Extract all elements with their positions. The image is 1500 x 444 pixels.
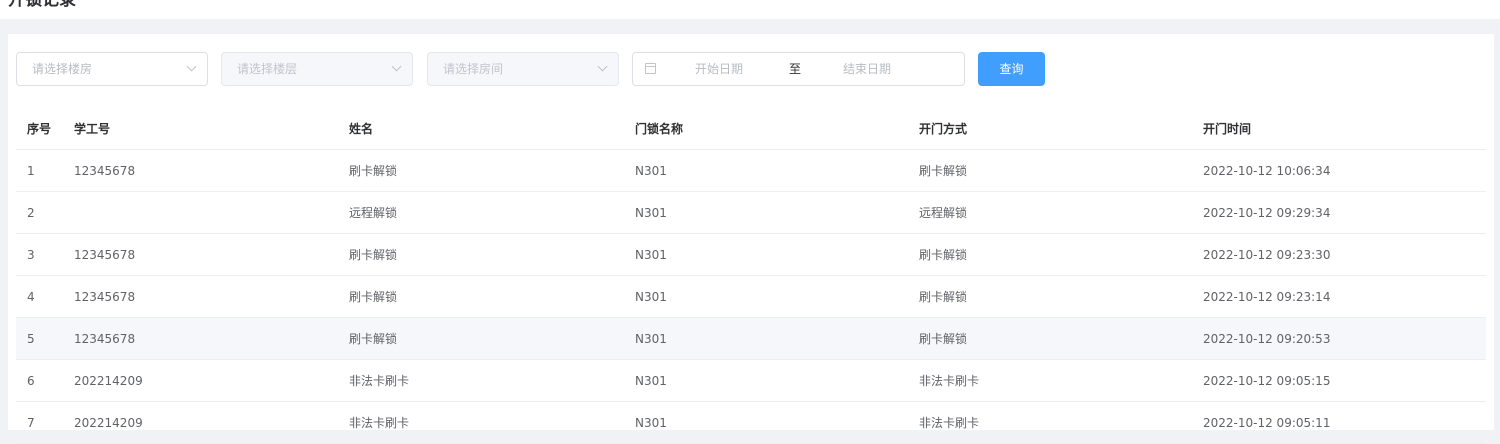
cell-name: 刷卡解锁 — [349, 317, 635, 360]
cell-no: 4 — [16, 275, 74, 318]
cell-id: 202214209 — [74, 401, 349, 444]
range-separator: 至 — [789, 62, 802, 76]
cell-name: 远程解锁 — [349, 191, 635, 234]
cell-lock: N301 — [635, 275, 919, 318]
table-row[interactable]: 1 12345678 刷卡解锁 N301 刷卡解锁 2022-10-12 10:… — [16, 149, 1486, 192]
cell-lock: N301 — [635, 359, 919, 402]
cell-no: 2 — [16, 191, 74, 234]
table-row[interactable]: 2 远程解锁 N301 远程解锁 2022-10-12 09:29:34 — [16, 191, 1486, 234]
room-select-placeholder: 请选择房间 — [443, 62, 504, 76]
cell-id — [74, 191, 349, 234]
cell-id: 12345678 — [74, 149, 349, 192]
cell-name: 刷卡解锁 — [349, 233, 635, 276]
floor-select-placeholder: 请选择楼层 — [237, 62, 298, 76]
cell-id: 12345678 — [74, 233, 349, 276]
cell-method: 非法卡刷卡 — [919, 359, 1203, 402]
query-button[interactable]: 查询 — [978, 52, 1045, 86]
cell-time: 2022-10-12 09:20:53 — [1203, 317, 1486, 360]
column-header-id: 学工号 — [74, 107, 349, 150]
table-row[interactable]: 6 202214209 非法卡刷卡 N301 非法卡刷卡 2022-10-12 … — [16, 359, 1486, 402]
cell-method: 刷卡解锁 — [919, 149, 1203, 192]
cell-method: 刷卡解锁 — [919, 233, 1203, 276]
column-header-no: 序号 — [16, 107, 74, 150]
cell-lock: N301 — [635, 401, 919, 444]
column-header-name: 姓名 — [349, 107, 635, 150]
building-select-placeholder: 请选择楼房 — [32, 62, 93, 76]
table-row[interactable]: 3 12345678 刷卡解锁 N301 刷卡解锁 2022-10-12 09:… — [16, 233, 1486, 276]
table-row[interactable]: 4 12345678 刷卡解锁 N301 刷卡解锁 2022-10-12 09:… — [16, 275, 1486, 318]
chevron-down-icon — [597, 61, 608, 72]
start-date-input[interactable]: 开始日期 — [695, 53, 743, 85]
cell-time: 2022-10-12 09:29:34 — [1203, 191, 1486, 234]
table-header-row: 序号 学工号 姓名 门锁名称 开门方式 开门时间 — [16, 107, 1486, 150]
cell-method: 非法卡刷卡 — [919, 401, 1203, 444]
cell-id: 12345678 — [74, 275, 349, 318]
cell-name: 非法卡刷卡 — [349, 401, 635, 444]
cell-id: 202214209 — [74, 359, 349, 402]
content-panel: 请选择楼房 请选择楼层 请选择房间 开始日期 至 结束日期 查询 序号 学工号 — [8, 34, 1494, 444]
cell-name: 刷卡解锁 — [349, 149, 635, 192]
cell-no: 5 — [16, 317, 74, 360]
room-select[interactable]: 请选择房间 — [427, 52, 619, 86]
cell-lock: N301 — [635, 191, 919, 234]
top-bar: 开锁记录 — [0, 0, 1500, 19]
cell-no: 3 — [16, 233, 74, 276]
cell-no: 7 — [16, 401, 74, 444]
column-header-lock: 门锁名称 — [635, 107, 919, 150]
column-header-method: 开门方式 — [919, 107, 1203, 150]
table-row[interactable]: 5 12345678 刷卡解锁 N301 刷卡解锁 2022-10-12 09:… — [16, 317, 1486, 360]
cell-time: 2022-10-12 10:06:34 — [1203, 149, 1486, 192]
cell-id: 12345678 — [74, 317, 349, 360]
cell-no: 1 — [16, 149, 74, 192]
cell-name: 刷卡解锁 — [349, 275, 635, 318]
floor-select[interactable]: 请选择楼层 — [221, 52, 413, 86]
filter-bar: 请选择楼房 请选择楼层 请选择房间 开始日期 至 结束日期 查询 — [8, 34, 1494, 104]
chevron-down-icon — [186, 61, 197, 72]
unlock-records-table: 序号 学工号 姓名 门锁名称 开门方式 开门时间 1 12345678 刷卡解锁… — [16, 107, 1486, 444]
page-title: 开锁记录 — [8, 0, 76, 10]
cell-no: 6 — [16, 359, 74, 402]
table-row[interactable]: 7 202214209 非法卡刷卡 N301 非法卡刷卡 2022-10-12 … — [16, 401, 1486, 444]
end-date-input[interactable]: 结束日期 — [843, 53, 891, 85]
building-select[interactable]: 请选择楼房 — [16, 52, 208, 86]
calendar-icon — [645, 63, 656, 74]
cell-lock: N301 — [635, 233, 919, 276]
column-header-time: 开门时间 — [1203, 107, 1486, 150]
cell-lock: N301 — [635, 317, 919, 360]
cell-name: 非法卡刷卡 — [349, 359, 635, 402]
cell-time: 2022-10-12 09:05:11 — [1203, 401, 1486, 444]
cell-time: 2022-10-12 09:05:15 — [1203, 359, 1486, 402]
cell-lock: N301 — [635, 149, 919, 192]
cell-time: 2022-10-12 09:23:30 — [1203, 233, 1486, 276]
cell-method: 刷卡解锁 — [919, 317, 1203, 360]
cell-method: 远程解锁 — [919, 191, 1203, 234]
chevron-down-icon — [391, 61, 402, 72]
cell-time: 2022-10-12 09:23:14 — [1203, 275, 1486, 318]
cell-method: 刷卡解锁 — [919, 275, 1203, 318]
date-range-picker[interactable]: 开始日期 至 结束日期 — [632, 52, 965, 86]
